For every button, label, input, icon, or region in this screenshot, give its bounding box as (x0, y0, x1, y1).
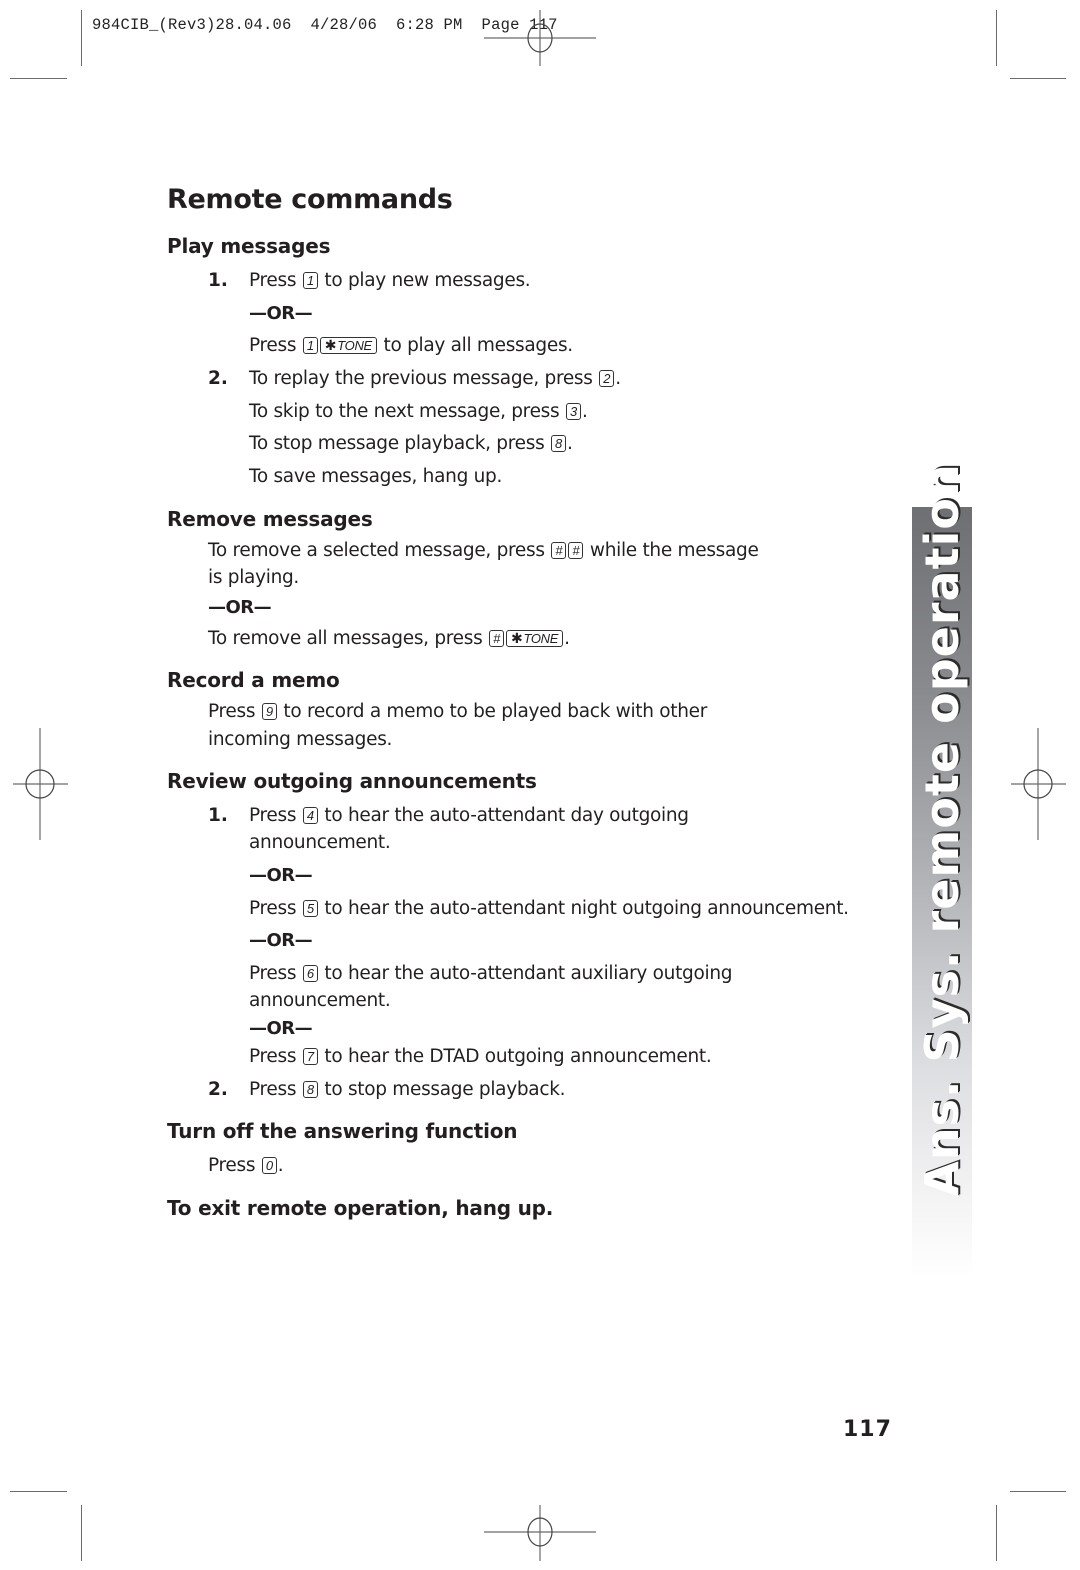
instruction-remove-selected-cont: is playing. (208, 567, 300, 588)
key-6-icon: 6 (302, 965, 318, 982)
instruction-stop: To stop message playback, press 8. (249, 433, 573, 454)
instruction-replay: To replay the previous message, press 2. (249, 368, 621, 389)
instruction-day-announcement-cont: announcement. (249, 832, 391, 853)
instruction-record-memo-cont: incoming messages. (208, 729, 393, 750)
text: Press (249, 805, 297, 826)
heading-turn-off: Turn off the answering function (167, 1119, 518, 1143)
text: Press (208, 1155, 256, 1176)
text: To replay the previous message, press (249, 368, 593, 389)
instruction-night-announcement: Press 5 to hear the auto-attendant night… (249, 898, 849, 919)
key-1-icon: 1 (302, 337, 318, 354)
key-3-icon: 3 (565, 403, 581, 420)
registration-mark-top (484, 10, 596, 66)
instruction-record-memo: Press 9 to record a memo to be played ba… (208, 701, 707, 722)
instruction-skip: To skip to the next message, press 3. (249, 401, 588, 422)
step-number: 2. (208, 1079, 228, 1100)
crop-mark-top-left-vertical (81, 10, 82, 66)
side-tab-label: Ans. Sys. remote operation (915, 463, 969, 1197)
heading-remove-messages: Remove messages (167, 507, 373, 531)
or-separator: —OR— (249, 1018, 313, 1039)
instruction-turn-off: Press 0. (208, 1155, 284, 1176)
text: to play all messages. (383, 335, 574, 356)
text: To stop message playback, press (249, 433, 545, 454)
crop-mark-top-right-horizontal (1010, 78, 1066, 79)
text: Press (249, 270, 297, 291)
text: Press (249, 335, 297, 356)
text: To remove all messages, press (208, 628, 483, 649)
key-hash-icon: # (489, 630, 505, 647)
instruction-remove-selected: To remove a selected message, press # # w… (208, 540, 759, 561)
crop-mark-top-left-horizontal (10, 78, 67, 79)
text: Press (249, 898, 297, 919)
instruction-play-new: Press 1 to play new messages. (249, 270, 531, 291)
instruction-play-all: Press 1 ✱TONE to play all messages. (249, 335, 573, 356)
star-icon: ✱ (324, 337, 337, 353)
or-separator: —OR— (249, 865, 313, 886)
text: to stop message playback. (324, 1079, 566, 1100)
page-number: 117 (843, 1417, 892, 1442)
key-hash-icon: # (551, 542, 567, 559)
text: Press (249, 1046, 297, 1067)
key-0-icon: 0 (261, 1157, 277, 1174)
text: Press (208, 701, 256, 722)
text: to hear the auto-attendant day outgoing (324, 805, 689, 826)
crop-mark-bottom-right-horizontal (1010, 1491, 1066, 1492)
heading-exit: To exit remote operation, hang up. (167, 1196, 554, 1220)
text: while the message (589, 540, 759, 561)
text: to record a memo to be played back with … (283, 701, 708, 722)
text: To remove a selected message, press (208, 540, 545, 561)
heading-play-messages: Play messages (167, 234, 331, 258)
heading-record-memo: Record a memo (167, 668, 340, 692)
key-4-icon: 4 (302, 807, 318, 824)
registration-mark-bottom (484, 1505, 596, 1561)
text: Press (249, 1079, 297, 1100)
crop-mark-bottom-left-vertical (81, 1505, 82, 1561)
heading-review-announcements: Review outgoing announcements (167, 769, 537, 793)
crop-mark-bottom-left-horizontal (10, 1491, 67, 1492)
key-5-icon: 5 (302, 900, 318, 917)
text: Press (249, 963, 297, 984)
or-separator: —OR— (249, 930, 313, 951)
text: to hear the auto-attendant night outgoin… (324, 898, 849, 919)
page-title: Remote commands (167, 184, 453, 215)
key-hash-icon: # (568, 542, 584, 559)
step-number: 2. (208, 368, 228, 389)
key-8-icon: 8 (302, 1081, 318, 1098)
text: To skip to the next message, press (249, 401, 560, 422)
registration-mark-left (13, 728, 68, 840)
key-8-icon: 8 (551, 435, 567, 452)
step-number: 1. (208, 270, 228, 291)
instruction-save: To save messages, hang up. (249, 466, 503, 487)
instruction-auxiliary-announcement-cont: announcement. (249, 990, 391, 1011)
key-1-icon: 1 (302, 272, 318, 289)
text: to hear the auto-attendant auxiliary out… (324, 963, 733, 984)
key-7-icon: 7 (302, 1048, 318, 1065)
instruction-remove-all: To remove all messages, press # ✱TONE. (208, 628, 570, 649)
star-icon: ✱ (511, 630, 523, 646)
or-separator: —OR— (208, 597, 272, 618)
registration-mark-right (1011, 728, 1066, 840)
tone-label: TONE (523, 631, 559, 646)
instruction-auxiliary-announcement: Press 6 to hear the auto-attendant auxil… (249, 963, 733, 984)
key-star-tone-icon: ✱TONE (319, 337, 377, 354)
text: to play new messages. (324, 270, 531, 291)
or-separator: —OR— (249, 303, 313, 324)
key-2-icon: 2 (599, 370, 615, 387)
crop-mark-top-right-vertical (996, 10, 997, 66)
instruction-stop-playback: Press 8 to stop message playback. (249, 1079, 566, 1100)
crop-mark-bottom-right-vertical (996, 1505, 997, 1561)
key-9-icon: 9 (261, 703, 277, 720)
instruction-day-announcement: Press 4 to hear the auto-attendant day o… (249, 805, 689, 826)
tone-label: TONE (337, 338, 372, 353)
instruction-dtad-announcement: Press 7 to hear the DTAD outgoing announ… (249, 1046, 712, 1067)
text: to hear the DTAD outgoing announcement. (324, 1046, 712, 1067)
step-number: 1. (208, 805, 228, 826)
key-star-tone-icon: ✱TONE (506, 630, 564, 647)
